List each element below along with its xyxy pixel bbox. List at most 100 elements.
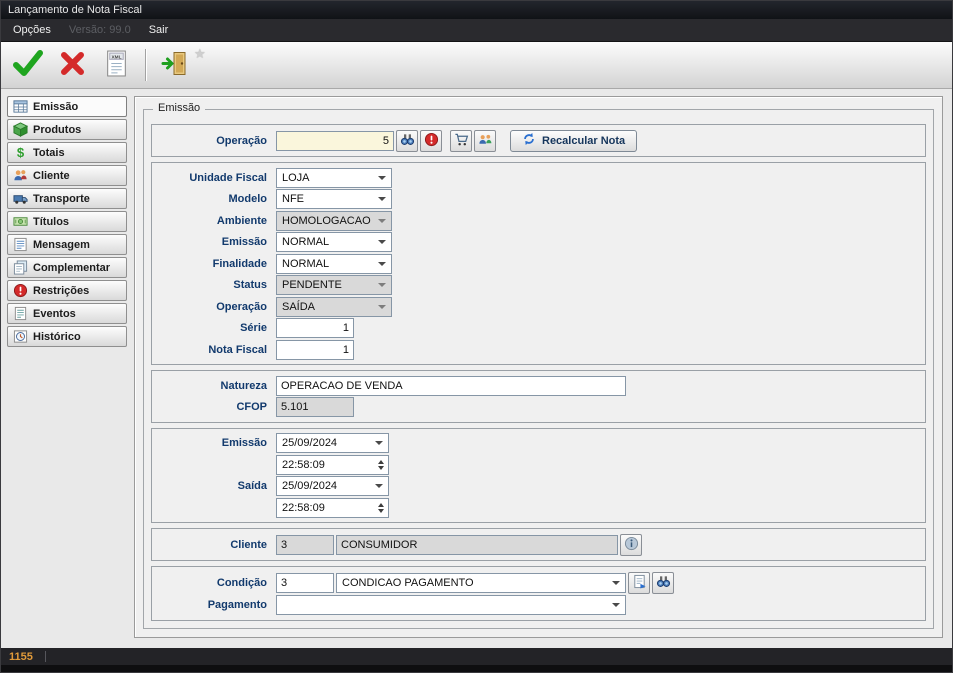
saida-date-picker[interactable]: 25/09/2024 bbox=[276, 476, 389, 496]
window-bottom-edge bbox=[1, 665, 952, 672]
sidebar: Emissão Produtos $ Totais Cliente Transp… bbox=[7, 96, 127, 638]
cliente-label: Cliente bbox=[158, 539, 276, 551]
serie-input[interactable] bbox=[276, 318, 354, 338]
toolbar-separator bbox=[145, 49, 146, 81]
truck-icon bbox=[12, 191, 28, 207]
chevron-down-icon bbox=[378, 305, 386, 309]
check-icon bbox=[13, 50, 43, 80]
unidade-fiscal-label: Unidade Fiscal bbox=[158, 172, 276, 184]
recalcular-nota-button[interactable]: Recalcular Nota bbox=[510, 130, 637, 152]
sidebar-item-eventos[interactable]: Eventos bbox=[7, 303, 127, 324]
sidebar-item-label: Complementar bbox=[33, 262, 110, 274]
nota-fiscal-input[interactable] bbox=[276, 340, 354, 360]
finalidade-label: Finalidade bbox=[158, 258, 276, 270]
binoculars-icon bbox=[400, 132, 415, 150]
condicao-search-button[interactable] bbox=[652, 572, 674, 594]
sidebar-item-produtos[interactable]: Produtos bbox=[7, 119, 127, 140]
confirm-button[interactable] bbox=[9, 46, 47, 84]
x-icon bbox=[59, 50, 86, 80]
sidebar-item-titulos[interactable]: Títulos bbox=[7, 211, 127, 232]
saida-data-label: Saída bbox=[158, 480, 276, 492]
cart-button[interactable] bbox=[450, 130, 472, 152]
condicao-code-input[interactable] bbox=[276, 573, 334, 593]
operacao-tipo-select: SAÍDA bbox=[276, 297, 392, 317]
pagamento-label: Pagamento bbox=[158, 599, 276, 611]
xml-document-icon: XML bbox=[104, 50, 129, 80]
finalidade-select[interactable]: NORMAL bbox=[276, 254, 392, 274]
pagamento-select[interactable] bbox=[276, 595, 626, 615]
natureza-section: Natureza CFOP bbox=[151, 370, 926, 423]
sidebar-item-label: Títulos bbox=[33, 216, 69, 228]
unidade-fiscal-value: LOJA bbox=[282, 172, 310, 184]
menu-opcoes[interactable]: Opções bbox=[4, 20, 60, 40]
pages-icon bbox=[12, 260, 28, 276]
menu-sair[interactable]: Sair bbox=[140, 20, 178, 40]
search-operacao-button[interactable] bbox=[396, 130, 418, 152]
chevron-down-icon bbox=[378, 176, 386, 180]
emissao-data-label: Emissão bbox=[158, 437, 276, 449]
natureza-label: Natureza bbox=[158, 380, 276, 392]
chevron-down-icon bbox=[378, 219, 386, 223]
list-icon bbox=[12, 237, 28, 253]
xml-button[interactable]: XML bbox=[97, 46, 135, 84]
cfop-input bbox=[276, 397, 354, 417]
banknote-icon bbox=[12, 214, 28, 230]
sidebar-item-historico[interactable]: Histórico bbox=[7, 326, 127, 347]
chevron-down-icon bbox=[378, 197, 386, 201]
sidebar-item-label: Transporte bbox=[33, 193, 90, 205]
sidebar-item-restricoes[interactable]: Restrições bbox=[7, 280, 127, 301]
document-icon bbox=[632, 574, 647, 592]
users-button[interactable] bbox=[474, 130, 496, 152]
modelo-select[interactable]: NFE bbox=[276, 189, 392, 209]
time-spinner[interactable] bbox=[376, 503, 386, 513]
saida-time-value: 22:58:09 bbox=[282, 502, 325, 514]
cliente-code-input bbox=[276, 535, 334, 555]
restriction-alert-button[interactable] bbox=[420, 130, 442, 152]
sidebar-item-transporte[interactable]: Transporte bbox=[7, 188, 127, 209]
sidebar-item-complementar[interactable]: Complementar bbox=[7, 257, 127, 278]
ambiente-label: Ambiente bbox=[158, 215, 276, 227]
saida-time-input[interactable]: 22:58:09 bbox=[276, 498, 389, 518]
recalcular-nota-label: Recalcular Nota bbox=[542, 135, 625, 147]
status-separator bbox=[45, 651, 46, 662]
sidebar-item-cliente[interactable]: Cliente bbox=[7, 165, 127, 186]
nota-fiscal-label: Nota Fiscal bbox=[158, 344, 276, 356]
condicao-label: Condição bbox=[158, 577, 276, 589]
star-icon: ★ bbox=[194, 46, 206, 62]
natureza-input[interactable] bbox=[276, 376, 626, 396]
sidebar-item-label: Histórico bbox=[33, 331, 81, 343]
chevron-down-icon bbox=[378, 262, 386, 266]
status-select: PENDENTE bbox=[276, 275, 392, 295]
people-icon bbox=[12, 168, 28, 184]
status-bar: 1155 bbox=[1, 648, 952, 665]
emissao-tipo-select[interactable]: NORMAL bbox=[276, 232, 392, 252]
status-value: 1155 bbox=[9, 651, 33, 663]
sidebar-item-emissao[interactable]: Emissão bbox=[7, 96, 127, 117]
condicao-select[interactable]: CONDICAO PAGAMENTO bbox=[336, 573, 626, 593]
emissao-time-input[interactable]: 22:58:09 bbox=[276, 455, 389, 475]
operacao-label: Operação bbox=[158, 135, 276, 147]
toolbar: XML ★ bbox=[1, 42, 952, 89]
emissao-date-picker[interactable]: 25/09/2024 bbox=[276, 433, 389, 453]
exit-button[interactable] bbox=[156, 46, 194, 84]
status-label: Status bbox=[158, 279, 276, 291]
ambiente-value: HOMOLOGACAO bbox=[282, 215, 371, 227]
pagamento-section: Condição CONDICAO PAGAMENTO bbox=[151, 566, 926, 621]
sidebar-item-label: Cliente bbox=[33, 170, 70, 182]
parametros-section: Unidade Fiscal LOJA Modelo NFE bbox=[151, 162, 926, 365]
menu-bar: Opções Versão: 99.0 Sair bbox=[1, 19, 952, 42]
operacao-tipo-label: Operação bbox=[158, 301, 276, 313]
unidade-fiscal-select[interactable]: LOJA bbox=[276, 168, 392, 188]
time-spinner[interactable] bbox=[376, 460, 386, 470]
saida-date-value: 25/09/2024 bbox=[282, 480, 337, 492]
chevron-down-icon bbox=[612, 581, 620, 585]
cancel-button[interactable] bbox=[53, 46, 91, 84]
sidebar-item-totais[interactable]: $ Totais bbox=[7, 142, 127, 163]
sidebar-item-mensagem[interactable]: Mensagem bbox=[7, 234, 127, 255]
condicao-document-button[interactable] bbox=[628, 572, 650, 594]
dollar-icon: $ bbox=[12, 145, 28, 161]
ambiente-select: HOMOLOGACAO bbox=[276, 211, 392, 231]
operacao-input[interactable] bbox=[276, 131, 394, 151]
menu-versao: Versão: 99.0 bbox=[60, 20, 140, 40]
cliente-info-button[interactable] bbox=[620, 534, 642, 556]
